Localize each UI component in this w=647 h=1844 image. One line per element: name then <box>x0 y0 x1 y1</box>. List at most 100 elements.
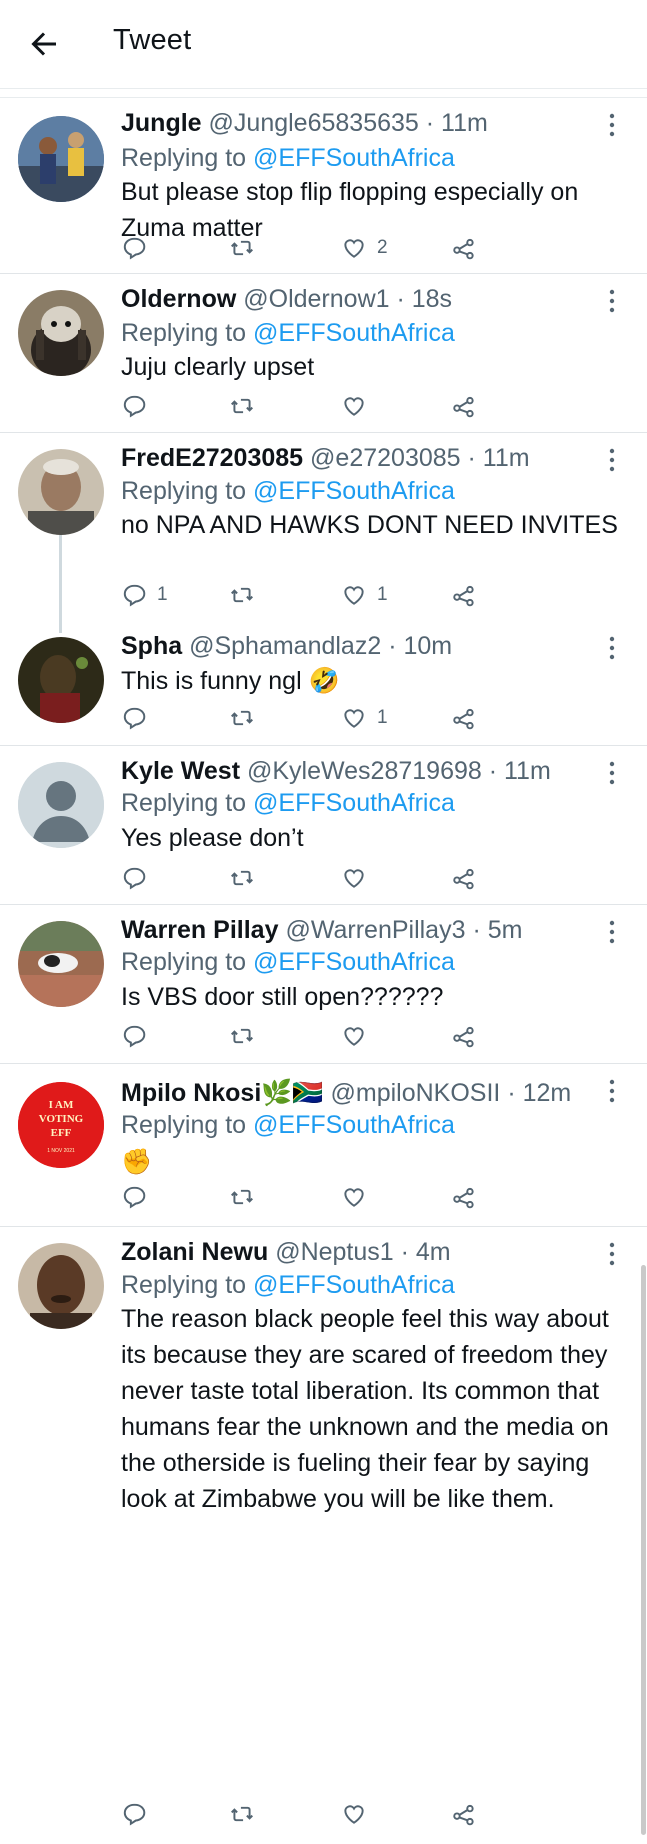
share-button[interactable] <box>451 233 477 263</box>
reply-count: 1 <box>157 584 168 605</box>
tweet[interactable]: Kyle West @KyleWes28719698 · 11m Replyin… <box>0 746 647 905</box>
back-arrow-icon[interactable] <box>26 26 62 62</box>
share-button[interactable] <box>451 1799 477 1829</box>
user-handle[interactable]: @Sphamandlaz2 <box>189 632 381 660</box>
like-button[interactable] <box>341 391 377 421</box>
mention-link[interactable]: @EFFSouthAfrica <box>253 789 455 817</box>
reply-button[interactable] <box>121 391 157 421</box>
retweet-button[interactable] <box>229 1182 265 1212</box>
tweet[interactable]: I AM VOTING EFF 1 NOV 2021 Mpilo Nkosi🌿🇿… <box>0 1064 647 1227</box>
reply-button[interactable] <box>121 233 157 263</box>
like-button[interactable] <box>341 1799 377 1829</box>
like-button[interactable]: 1 <box>341 580 388 610</box>
reply-button[interactable] <box>121 1021 157 1051</box>
reply-button[interactable] <box>121 863 157 893</box>
display-name[interactable]: Spha <box>121 632 182 660</box>
mention-link[interactable]: @EFFSouthAfrica <box>253 1111 455 1139</box>
user-handle[interactable]: @mpiloNKOSII <box>331 1079 501 1107</box>
share-button[interactable] <box>451 703 477 733</box>
tweet-text: Yes please don’t <box>121 824 304 852</box>
tweet[interactable]: Warren Pillay @WarrenPillay3 · 5m Replyi… <box>0 905 647 1064</box>
replying-prefix: Replying to <box>121 1111 254 1139</box>
share-button[interactable] <box>451 863 477 893</box>
like-button[interactable]: 2 <box>341 233 388 263</box>
timestamp[interactable]: 4m <box>416 1238 451 1266</box>
display-name[interactable]: Zolani Newu <box>121 1238 268 1266</box>
timestamp[interactable]: 5m <box>488 916 523 944</box>
retweet-button[interactable] <box>229 1799 265 1829</box>
timestamp[interactable]: 11m <box>504 757 551 785</box>
retweet-button[interactable] <box>229 580 265 610</box>
display-name[interactable]: FredE27203085 <box>121 444 303 472</box>
more-options-icon[interactable] <box>606 288 618 314</box>
more-options-icon[interactable] <box>606 1078 618 1104</box>
avatar-text: I AM <box>49 1099 74 1111</box>
retweet-button[interactable] <box>229 233 265 263</box>
user-handle[interactable]: @KyleWes28719698 <box>247 757 482 785</box>
more-options-icon[interactable] <box>606 635 618 661</box>
reply-button[interactable] <box>121 1182 157 1212</box>
mention-link[interactable]: @EFFSouthAfrica <box>253 477 455 505</box>
more-options-icon[interactable] <box>606 447 618 473</box>
display-name[interactable]: Kyle West <box>121 757 240 785</box>
user-handle[interactable]: @Jungle65835635 <box>209 109 419 137</box>
separator: · <box>418 109 442 137</box>
share-button[interactable] <box>451 580 477 610</box>
timestamp[interactable]: 11m <box>441 109 488 137</box>
retweet-button[interactable] <box>229 1021 265 1051</box>
reply-button[interactable] <box>121 703 157 733</box>
replying-prefix: Replying to <box>121 477 254 505</box>
timestamp[interactable]: 11m <box>483 444 530 472</box>
avatar-text: VOTING <box>39 1113 84 1125</box>
user-handle[interactable]: @WarrenPillay3 <box>285 916 465 944</box>
more-options-icon[interactable] <box>606 760 618 786</box>
like-button[interactable] <box>341 863 377 893</box>
avatar[interactable] <box>18 762 104 848</box>
tweet[interactable]: Jungle @Jungle65835635 · 11m Replying to… <box>0 98 647 274</box>
avatar[interactable] <box>18 449 104 535</box>
reply-button[interactable] <box>121 1799 157 1829</box>
retweet-button[interactable] <box>229 703 265 733</box>
avatar[interactable]: I AM VOTING EFF 1 NOV 2021 <box>18 1082 104 1168</box>
retweet-button[interactable] <box>229 863 265 893</box>
mention-link[interactable]: @EFFSouthAfrica <box>253 144 455 172</box>
timestamp[interactable]: 10m <box>403 632 452 660</box>
tweet-actions <box>121 1799 561 1829</box>
like-button[interactable] <box>341 1021 377 1051</box>
heart-icon <box>344 869 364 888</box>
display-name[interactable]: Warren Pillay <box>121 916 278 944</box>
avatar[interactable] <box>18 921 104 1007</box>
more-options-icon[interactable] <box>606 919 618 945</box>
like-button[interactable]: 1 <box>341 703 388 733</box>
more-options-icon[interactable] <box>606 1241 618 1267</box>
mention-link[interactable]: @EFFSouthAfrica <box>253 1271 455 1299</box>
reply-button[interactable]: 1 <box>121 580 168 610</box>
scrollbar[interactable] <box>641 1265 646 1835</box>
share-button[interactable] <box>451 1182 477 1212</box>
tweet[interactable]: Zolani Newu @Neptus1 · 4m Replying to @E… <box>0 1227 647 1844</box>
user-handle[interactable]: @Neptus1 <box>275 1238 394 1266</box>
user-handle[interactable]: @e27203085 <box>310 444 461 472</box>
user-handle[interactable]: @Oldernow1 <box>243 285 389 313</box>
avatar[interactable] <box>18 637 104 723</box>
mention-link[interactable]: @EFFSouthAfrica <box>253 319 455 347</box>
share-button[interactable] <box>451 1021 477 1051</box>
share-button[interactable] <box>451 391 477 421</box>
tweet[interactable]: Oldernow @Oldernow1 · 18s Replying to @E… <box>0 274 647 433</box>
tweet-actions <box>121 1021 561 1051</box>
avatar[interactable] <box>18 1243 104 1329</box>
separator: · <box>465 916 488 944</box>
display-name[interactable]: Oldernow <box>121 285 236 313</box>
retweet-button[interactable] <box>229 391 265 421</box>
timestamp[interactable]: 12m <box>523 1079 572 1107</box>
display-name[interactable]: Mpilo Nkosi🌿🇿🇦 <box>121 1079 324 1107</box>
like-button[interactable] <box>341 1182 377 1212</box>
tweet-actions <box>121 863 561 893</box>
display-name[interactable]: Jungle <box>121 109 202 137</box>
timestamp[interactable]: 18s <box>412 285 452 313</box>
more-options-icon[interactable] <box>606 112 618 138</box>
avatar[interactable] <box>18 116 104 202</box>
mention-link[interactable]: @EFFSouthAfrica <box>253 948 455 976</box>
replying-to: Replying to @EFFSouthAfrica <box>121 947 455 977</box>
avatar[interactable] <box>18 290 104 376</box>
